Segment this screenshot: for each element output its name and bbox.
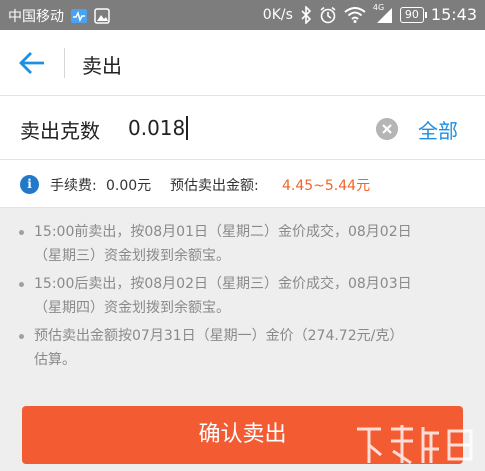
net-speed: 0K/s (262, 6, 293, 23)
page-title: 卖出 (82, 54, 122, 78)
arrow-left-icon[interactable] (18, 50, 46, 76)
fee-value: 0.00元 (106, 178, 152, 194)
status-bar: 中国移动 0K/s 4G 90 15:43 (0, 0, 485, 30)
clear-circle-icon[interactable] (376, 118, 398, 140)
heartbeat-icon (71, 9, 87, 23)
fee-info-row: i 手续费: 0.00元 预估卖出金额: 4.45~5.44元 (0, 160, 485, 208)
bullet-dot (19, 230, 24, 235)
signal-icon: 4G (373, 3, 393, 24)
watermark-logo (357, 425, 473, 465)
note-line: （星期三）资金划拨到余额宝。 (34, 248, 230, 264)
image-icon (94, 8, 110, 24)
sell-amount-label: 卖出克数 (20, 119, 100, 143)
sell-amount-row: 卖出克数 0.018 全部 (0, 96, 485, 160)
estimate-label: 预估卖出金额: (170, 178, 259, 194)
info-icon: i (20, 175, 39, 194)
sell-amount-value[interactable]: 0.018 (128, 116, 185, 140)
nav-divider (64, 48, 65, 78)
note-line: 估算。 (34, 352, 76, 368)
sell-all-button[interactable]: 全部 (418, 115, 458, 144)
status-bar-left: 中国移动 (8, 6, 110, 26)
battery-icon: 90 (399, 6, 427, 23)
bullet-dot (19, 334, 24, 339)
wifi-icon (344, 6, 366, 23)
note-text: 15:00前卖出，按08月01日（星期二）金价成交，08月02日 （星期三）资金… (34, 220, 474, 268)
note-line: 15:00前卖出，按08月01日（星期二）金价成交，08月02日 (34, 224, 412, 240)
bluetooth-icon (301, 5, 312, 24)
note-text: 预估卖出金额按07月31日（星期一）金价（274.72元/克） 估算。 (34, 324, 474, 372)
note-line: 15:00后卖出，按08月02日（星期三）金价成交，08月03日 (34, 276, 412, 292)
nav-bar: 卖出 (0, 30, 485, 96)
status-bar-right: 0K/s 4G 90 15:43 (262, 3, 477, 25)
sell-amount-input[interactable]: 0.018 (128, 116, 189, 140)
note-text: 15:00后卖出，按08月02日（星期三）金价成交，08月03日 （星期四）资金… (34, 272, 474, 320)
note-line: （星期四）资金划拨到余额宝。 (34, 300, 230, 316)
clock: 15:43 (430, 5, 477, 24)
carrier-name: 中国移动 (8, 9, 64, 25)
alarm-icon (320, 6, 336, 23)
bullet-dot (19, 282, 24, 287)
fee-label: 手续费: (50, 178, 97, 194)
note-line: 预估卖出金额按07月31日（星期一）金价（274.72元/克） (34, 328, 404, 344)
text-caret (186, 116, 189, 140)
estimate-value: 4.45~5.44元 (282, 178, 371, 194)
